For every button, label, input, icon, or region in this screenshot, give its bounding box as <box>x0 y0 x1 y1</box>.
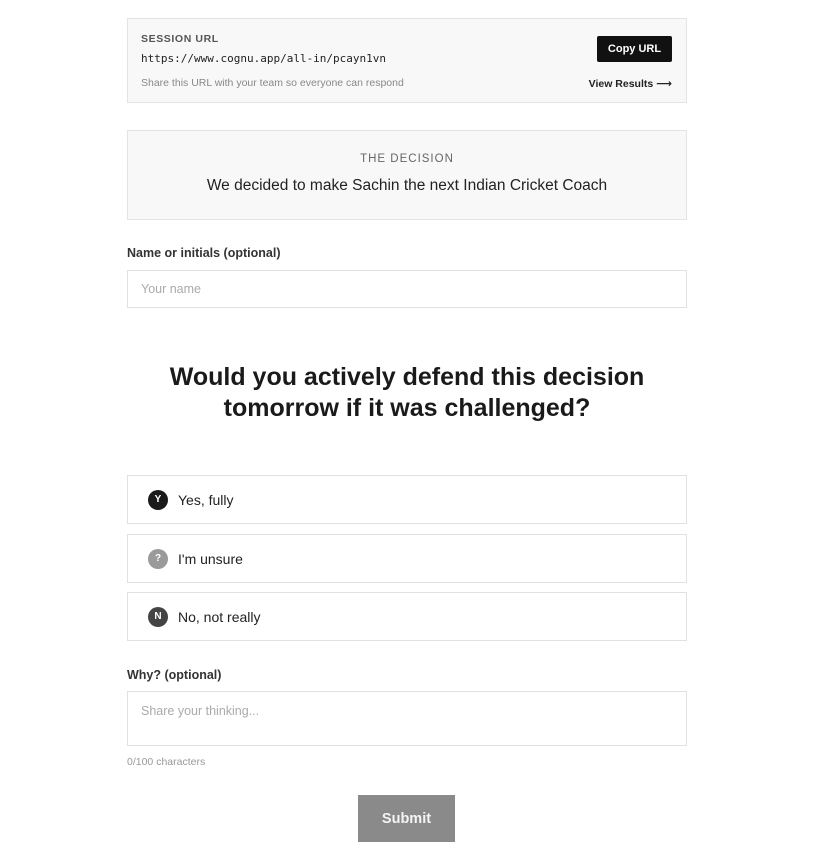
option-no-label: No, not really <box>178 608 261 625</box>
session-url-label: SESSION URL <box>141 33 219 45</box>
option-unsure-label: I'm unsure <box>178 550 243 567</box>
decision-text: We decided to make Sachin the next India… <box>206 177 608 194</box>
session-url-panel: SESSION URL https://www.cognu.app/all-in… <box>127 18 687 103</box>
session-url-text: https://www.cognu.app/all-in/pcayn1vn <box>141 52 387 65</box>
name-input[interactable] <box>127 270 687 308</box>
option-yes[interactable]: Y Yes, fully <box>127 475 687 524</box>
copy-url-button[interactable]: Copy URL <box>597 36 672 62</box>
option-yes-label: Yes, fully <box>178 491 234 508</box>
no-badge-icon: N <box>148 606 168 627</box>
decision-label: THE DECISION <box>360 153 454 165</box>
response-page: SESSION URL https://www.cognu.app/all-in… <box>0 0 837 855</box>
option-no[interactable]: N No, not really <box>127 592 687 641</box>
view-results-link[interactable]: View Results ⟶ <box>588 77 672 91</box>
question-mark-badge-icon: ? <box>148 548 168 569</box>
question-line-2: tomorrow if it was challenged? <box>223 394 591 422</box>
why-textarea[interactable] <box>127 691 687 746</box>
view-results-label: View Results <box>588 77 654 90</box>
question-line-1: Would you actively defend this decision <box>169 363 645 391</box>
submit-button[interactable]: Submit <box>358 795 455 842</box>
why-field-label: Why? (optional) <box>127 668 222 682</box>
name-field-label: Name or initials (optional) <box>127 246 281 260</box>
decision-panel: THE DECISION We decided to make Sachin t… <box>127 130 687 220</box>
character-counter: 0/100 characters <box>127 756 206 768</box>
option-unsure[interactable]: ? I'm unsure <box>127 534 687 583</box>
question-heading: Would you actively defend this decision … <box>127 362 687 424</box>
session-url-hint: Share this URL with your team so everyon… <box>141 77 404 89</box>
arrow-right-icon: ⟶ <box>656 78 672 90</box>
yes-badge-icon: Y <box>148 489 168 510</box>
